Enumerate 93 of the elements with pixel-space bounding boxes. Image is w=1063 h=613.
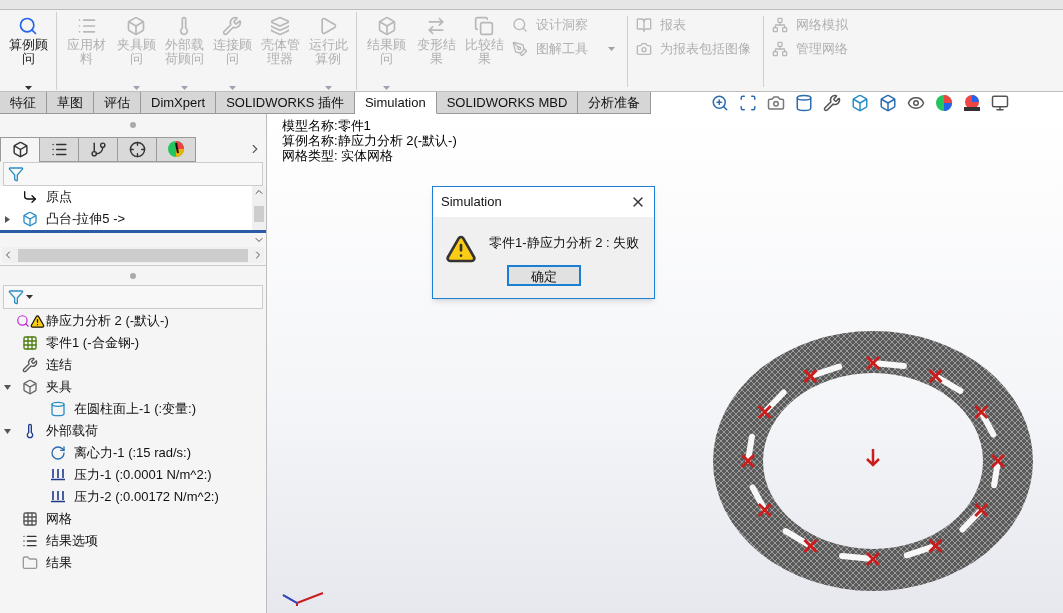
search-icon (512, 17, 528, 33)
warning-icon (445, 233, 477, 265)
bolt-icon (22, 357, 38, 373)
zoom-icon[interactable] (711, 94, 730, 112)
play-icon (318, 16, 338, 36)
section-icon[interactable] (795, 94, 814, 112)
tree-item[interactable]: 凸台-拉伸5 -> (46, 209, 126, 229)
tree-item[interactable]: 压力-1 (:0.0001 N/m^2:) (74, 465, 212, 485)
tab[interactable]: 评估 (94, 92, 141, 114)
camera-icon[interactable] (767, 94, 786, 112)
tree-item[interactable]: 原点 (46, 187, 72, 207)
tree-item[interactable]: 在圆柱面上-1 (:变量:) (74, 399, 197, 419)
caret-icon (180, 86, 188, 90)
search-icon (18, 16, 38, 36)
book-icon (636, 17, 652, 33)
display-style-icon[interactable] (879, 94, 898, 112)
arrows-icon (426, 16, 446, 36)
tab[interactable]: 分析准备 (578, 92, 652, 114)
tab[interactable]: SOLIDWORKS 插件 (216, 92, 355, 114)
tool-icon[interactable] (823, 94, 842, 112)
zoom-area-icon[interactable] (739, 94, 758, 112)
pressure-icon (50, 469, 66, 481)
panel-tab[interactable] (39, 136, 79, 162)
view-orientation-icon[interactable] (851, 94, 870, 112)
model-info-text: 模型名称:零件1 (282, 118, 372, 133)
tab[interactable]: SOLIDWORKS MBD (436, 92, 579, 114)
study-warning-icon (15, 313, 45, 329)
tab[interactable]: 草图 (47, 92, 94, 114)
layers-icon (270, 16, 290, 36)
scene-icon[interactable] (963, 94, 982, 112)
filter-field[interactable] (3, 285, 263, 309)
part-icon (11, 140, 29, 158)
panel-tab[interactable] (117, 136, 157, 162)
appearance-icon[interactable] (935, 94, 954, 112)
caret-icon (24, 86, 32, 90)
copy-icon (474, 16, 494, 36)
caret-icon (132, 86, 140, 90)
origin-icon (22, 189, 38, 205)
crosshair-icon (128, 140, 146, 158)
caret-icon (324, 86, 332, 90)
pressure-icon (50, 491, 66, 503)
bolt-icon (222, 16, 242, 36)
vertical-scrollbar[interactable] (252, 186, 266, 230)
body-icon (22, 211, 38, 227)
block-icon (126, 16, 146, 36)
caret-icon (228, 86, 236, 90)
filter-field[interactable] (3, 162, 263, 186)
panel-tab[interactable] (78, 136, 118, 162)
eye-icon[interactable] (907, 94, 926, 112)
tab[interactable]: DimXpert (141, 92, 217, 114)
mesh-part-icon (22, 335, 38, 351)
color-ball-icon (167, 140, 185, 158)
caret-icon (383, 86, 390, 90)
tree-item[interactable]: 结果选项 (46, 531, 98, 551)
network-icon (772, 41, 788, 57)
monitor-icon[interactable] (991, 94, 1010, 112)
camera-icon (636, 41, 652, 57)
ok-button[interactable]: 确定 (506, 265, 581, 286)
list-icon (22, 533, 38, 549)
filter-icon (8, 289, 24, 305)
network-icon (772, 17, 788, 33)
dialog-message: 零件1-静应力分析 2 : 失败 (489, 234, 640, 252)
tree-item[interactable]: 压力-2 (:0.00172 N/m^2:) (74, 487, 219, 507)
panel-tab[interactable] (0, 136, 40, 162)
block-icon (376, 16, 397, 36)
filter-icon (8, 166, 24, 182)
tab[interactable]: 特征 (0, 92, 47, 114)
tree-item[interactable]: 外部载荷 (46, 421, 98, 441)
splitter-handle[interactable] (130, 272, 136, 279)
caret-icon (608, 47, 615, 51)
mesh-icon (22, 511, 38, 527)
model-info-text: 网格类型: 实体网格 (282, 148, 395, 163)
tree-item[interactable]: 连结 (46, 355, 72, 375)
list-icon (76, 16, 97, 36)
tree-item[interactable]: 离心力-1 (:15 rad/s:) (74, 443, 192, 463)
folder-icon (22, 555, 38, 571)
dialog-title: Simulation (441, 193, 502, 212)
tree-icon (89, 140, 107, 158)
pen-icon (512, 41, 528, 57)
tree-item[interactable]: 结果 (46, 553, 72, 573)
tree-item[interactable]: 零件1 (-合金钢-) (46, 333, 140, 353)
panel-tab[interactable] (156, 136, 196, 162)
axis-triad-icon (281, 591, 325, 607)
caret-icon (26, 295, 33, 299)
rotation-icon (50, 445, 66, 461)
ribbon-button[interactable]: 算例顾问 (4, 12, 52, 90)
tree-item[interactable]: 夹具 (46, 377, 72, 397)
tree-item[interactable]: 静应力分析 2 (-默认-) (46, 311, 169, 331)
tree-item[interactable]: 网格 (46, 509, 72, 529)
cylinder-icon (50, 401, 66, 417)
block-icon (22, 379, 38, 395)
splitter-handle[interactable] (130, 122, 136, 128)
model-info-text: 算例名称:静应力分析 2(-默认-) (282, 133, 457, 148)
